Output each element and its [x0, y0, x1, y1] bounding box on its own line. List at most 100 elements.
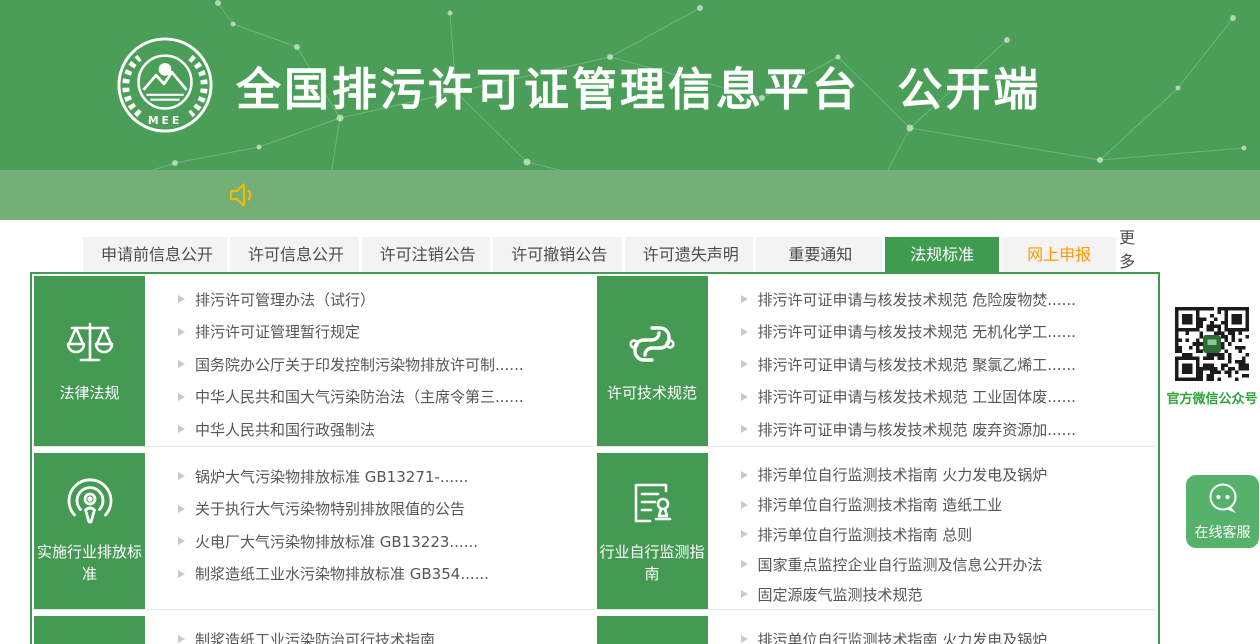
doc-link[interactable]: 排污许可证申请与核发技术规范 工业固体废...... [741, 381, 1151, 414]
doc-link[interactable]: 排污许可证申请与核发技术规范 危险废物焚...... [741, 283, 1151, 316]
triangle-bullet-icon [741, 560, 748, 568]
doc-link[interactable]: 关于执行大气污染物特别排放限值的公告 [178, 493, 588, 526]
doc-link-text: 中华人民共和国行政强制法 [195, 419, 375, 440]
section-cell: 实施行业排放标准 锅炉大气污染物排放标准 GB13271-...... 关于执行大气… [34, 453, 594, 610]
section-title: 实施行业排放标准 [37, 542, 142, 586]
doc-link-text: 国务院办公厅关于印发控制污染物排放许可制...... [195, 354, 524, 375]
announcement-bar [0, 170, 1260, 220]
wechat-qr-block: 官方微信公众号 [1166, 307, 1258, 407]
doc-link-text: 排污许可证申请与核发技术规范 工业固体废...... [758, 386, 1076, 407]
triangle-bullet-icon [741, 635, 748, 643]
doc-link[interactable]: 排污许可管理办法（试行） [178, 283, 588, 316]
doc-link-text: 排污单位自行监测技术指南 火力发电及锅炉 [758, 629, 1048, 644]
doc-link-text: 排污单位自行监测技术指南 造纸工业 [758, 494, 1003, 515]
doc-link[interactable]: 锅炉大气污染物排放标准 GB13271-...... [178, 460, 588, 493]
content-grid: 法律法规 排污许可管理办法（试行） 排污许可证管理暂行规定国务院办公厅关于印发控制污… [34, 276, 1156, 644]
doc-link-text: 锅炉大气污染物排放标准 GB13271-...... [195, 466, 468, 487]
triangle-bullet-icon [178, 328, 185, 336]
doc-link[interactable]: 固定源废气监测技术规范 [741, 579, 1151, 609]
doc-link-text: 排污单位自行监测技术指南 总则 [758, 524, 973, 545]
doc-list: 制浆造纸工业污染防治可行技术指南 [145, 616, 594, 644]
knot-icon [626, 318, 678, 370]
doc-link-text: 火电厂大气污染物排放标准 GB13223...... [195, 531, 478, 552]
triangle-bullet-icon [741, 360, 748, 368]
triangle-bullet-icon [741, 501, 748, 509]
site-header: MEE 全国排污许可证管理信息平台 公开端 [0, 0, 1260, 170]
tab-2[interactable]: 许可注销公告 [362, 237, 491, 272]
doc-list: 排污单位自行监测技术指南 火力发电及锅炉 [708, 616, 1157, 644]
chat-bubble-icon [1205, 482, 1241, 516]
doc-link-text: 排污许可管理办法（试行） [195, 289, 375, 310]
section-title: 许可技术规范 [607, 383, 697, 405]
doc-link[interactable]: 排污单位自行监测技术指南 火力发电及锅炉 [741, 623, 1151, 644]
tab-6[interactable]: 法规标准 [885, 237, 999, 272]
broadcast-icon [64, 477, 116, 529]
tab-4[interactable]: 许可遗失声明 [625, 237, 754, 272]
doc-link[interactable]: 制浆造纸工业水污染物排放标准 GB354...... [178, 558, 588, 591]
section-cell: 行业自行监测指南排污单位自行监测技术指南 火力发电及锅炉排污单位自行监测技术指南… [597, 453, 1157, 610]
triangle-bullet-icon [741, 393, 748, 401]
triangle-bullet-icon [741, 590, 748, 598]
doc-link[interactable]: 排污单位自行监测技术指南 总则 [741, 520, 1151, 550]
tab-0[interactable]: 申请前信息公开 [83, 237, 227, 272]
triangle-bullet-icon [741, 425, 748, 433]
doc-link[interactable]: 排污单位自行监测技术指南 火力发电及锅炉 [741, 460, 1151, 490]
triangle-bullet-icon [178, 472, 185, 480]
section-cell: 法律法规 排污许可管理办法（试行） 排污许可证管理暂行规定国务院办公厅关于印发控制污… [34, 276, 594, 447]
doc-link[interactable]: 排污许可证申请与核发技术规范 聚氯乙烯工...... [741, 348, 1151, 381]
section-header[interactable] [34, 616, 145, 644]
tab-5[interactable]: 重要通知 [756, 237, 882, 272]
speaker-icon [228, 182, 256, 208]
triangle-bullet-icon [178, 505, 185, 513]
triangle-bullet-icon [741, 328, 748, 336]
more-link[interactable]: 更多 [1119, 224, 1160, 272]
page: MEE 全国排污许可证管理信息平台 公开端 申请前信息公开许可信息公开许可注销公… [0, 0, 1260, 644]
triangle-bullet-icon [178, 425, 185, 433]
tab-bar: 申请前信息公开许可信息公开许可注销公告许可撤销公告许可遗失声明重要通知法规标准网… [83, 237, 1160, 272]
qr-label: 官方微信公众号 [1166, 388, 1258, 407]
doc-link[interactable]: 制浆造纸工业污染防治可行技术指南 [178, 623, 588, 644]
qrcode-image [1175, 307, 1249, 381]
tab-1[interactable]: 许可信息公开 [230, 237, 359, 272]
doc-list: 锅炉大气污染物排放标准 GB13271-...... 关于执行大气污染物特别排放限… [145, 453, 594, 609]
service-label: 在线客服 [1195, 522, 1251, 542]
site-title: 全国排污许可证管理信息平台 公开端 [236, 53, 1041, 118]
doc-link[interactable]: 排污单位自行监测技术指南 造纸工业 [741, 490, 1151, 520]
doc-link-text: 国家重点监控企业自行监测及信息公开办法 [758, 554, 1043, 575]
section-header[interactable]: 实施行业排放标准 [34, 453, 145, 609]
online-service-button[interactable]: 在线客服 [1186, 475, 1259, 548]
doc-link-text: 排污许可证管理暂行规定 [195, 321, 360, 342]
doc-link[interactable]: 排污许可证管理暂行规定 [178, 316, 588, 349]
mee-logo-icon: MEE [116, 36, 214, 134]
doc-link[interactable]: 中华人民共和国大气污染防治法（主席令第三...... [178, 381, 588, 414]
triangle-bullet-icon [741, 530, 748, 538]
triangle-bullet-icon [178, 537, 185, 545]
doc-link[interactable]: 国家重点监控企业自行监测及信息公开办法 [741, 549, 1151, 579]
triangle-bullet-icon [741, 471, 748, 479]
doc-link[interactable]: 国务院办公厅关于印发控制污染物排放许可制...... [178, 348, 588, 381]
doc-list: 排污单位自行监测技术指南 火力发电及锅炉排污单位自行监测技术指南 造纸工业排污单… [708, 453, 1157, 609]
doc-link-text: 排污许可证申请与核发技术规范 聚氯乙烯工...... [758, 354, 1076, 375]
doc-link[interactable]: 排污许可证申请与核发技术规范 无机化学工...... [741, 316, 1151, 349]
section-header[interactable]: 法律法规 [34, 276, 145, 446]
document-stamp-icon [626, 477, 678, 529]
section-header[interactable]: 许可技术规范 [597, 276, 708, 446]
section-header[interactable]: 行业自行监测指南 [597, 453, 708, 609]
doc-link-text: 制浆造纸工业水污染物排放标准 GB354...... [195, 563, 489, 584]
triangle-bullet-icon [178, 635, 185, 643]
triangle-bullet-icon [741, 295, 748, 303]
doc-link-text: 关于执行大气污染物特别排放限值的公告 [195, 498, 465, 519]
doc-link[interactable]: 中华人民共和国行政强制法 [178, 413, 588, 446]
doc-list: 排污许可证申请与核发技术规范 危险废物焚......排污许可证申请与核发技术规范… [708, 276, 1157, 446]
triangle-bullet-icon [178, 295, 185, 303]
section-header[interactable] [597, 616, 708, 644]
doc-link-text: 中华人民共和国大气污染防治法（主席令第三...... [195, 386, 524, 407]
doc-link-text: 制浆造纸工业污染防治可行技术指南 [195, 629, 435, 644]
scale-icon [64, 318, 116, 370]
tab-3[interactable]: 许可撤销公告 [493, 237, 622, 272]
tab-7[interactable]: 网上申报 [1002, 237, 1116, 272]
doc-link[interactable]: 火电厂大气污染物排放标准 GB13223...... [178, 525, 588, 558]
section-title: 行业自行监测指南 [600, 542, 705, 586]
section-title: 法律法规 [59, 383, 119, 405]
doc-link[interactable]: 排污许可证申请与核发技术规范 废弃资源加...... [741, 413, 1151, 446]
